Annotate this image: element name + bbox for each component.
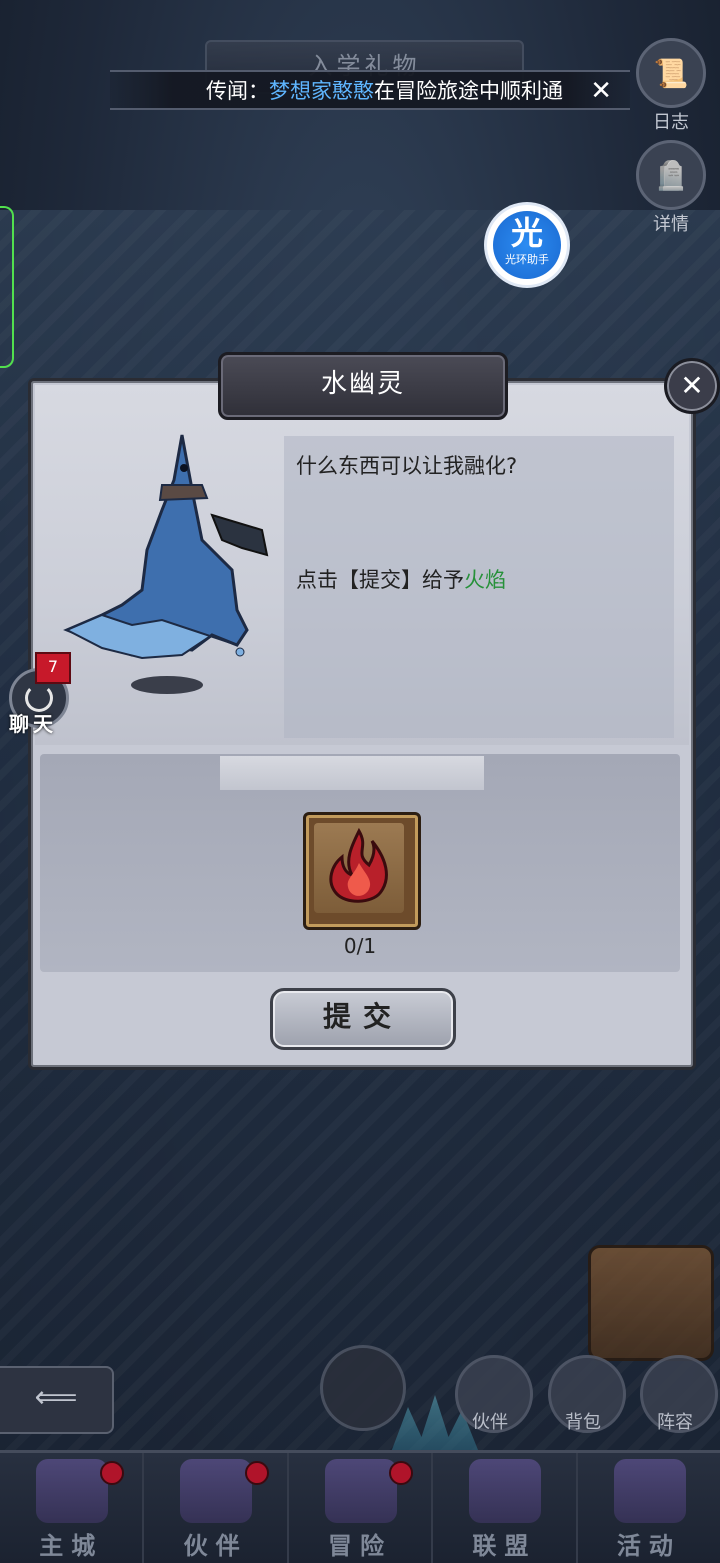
compass-icon: [324, 1459, 397, 1523]
item-count: 0/1: [343, 934, 377, 958]
nav-main-city[interactable]: 主城: [0, 1453, 145, 1563]
shield-icon: [469, 1459, 542, 1523]
news-text: 在冒险旅途中顺利通: [374, 79, 563, 103]
back-arrow-button[interactable]: ⟸: [0, 1366, 114, 1434]
helper-button[interactable]: 光 光环助手: [487, 205, 567, 285]
nav-adventure[interactable]: 冒险: [289, 1453, 434, 1563]
partner-side-label: 伙伴: [472, 1412, 508, 1433]
details-button[interactable]: 🪦 详情: [635, 140, 707, 236]
lineup-label: 阵容: [657, 1412, 693, 1433]
log-button[interactable]: 📜 日志: [635, 38, 707, 134]
bottom-nav: 主城 伙伴 冒险 联盟 活动: [0, 1450, 720, 1563]
close-icon[interactable]: ✕: [664, 358, 720, 414]
details-label: 详情: [653, 214, 689, 235]
nav-label: 冒险: [328, 1532, 393, 1560]
flame-icon: [329, 827, 388, 903]
treasure-chest-icon[interactable]: [588, 1245, 714, 1361]
scroll-icon: 📜: [636, 38, 706, 108]
water-ghost-portrait: [63, 434, 269, 694]
cards-icon: [613, 1459, 686, 1523]
flame-item-slot[interactable]: [303, 812, 421, 930]
tombstone-icon: 🪦: [636, 140, 706, 210]
submit-button[interactable]: 提交: [270, 988, 456, 1050]
chat-button[interactable]: 7 聊天: [5, 652, 71, 736]
notification-dot: [100, 1461, 125, 1485]
nav-partner[interactable]: 伙伴: [144, 1453, 289, 1563]
witch-hat-icon: [180, 1459, 253, 1523]
helper-label: 光环助手: [505, 253, 549, 266]
instruction-prefix: 点击【提交】给予: [296, 568, 464, 592]
nav-label: 伙伴: [183, 1532, 248, 1560]
helmet-button[interactable]: [320, 1345, 406, 1431]
nav-alliance[interactable]: 联盟: [433, 1453, 578, 1563]
log-label: 日志: [653, 112, 689, 133]
nav-label: 联盟: [472, 1532, 537, 1560]
nav-label: 活动: [616, 1532, 681, 1560]
backpack-label: 背包: [565, 1412, 601, 1433]
helper-glyph: 光: [510, 214, 543, 252]
dialog-text-panel: 什么东西可以让我融化? 点击【提交】给予火焰: [284, 436, 674, 738]
dialog-title: 水幽灵: [218, 352, 508, 420]
notification-dot: [244, 1461, 269, 1485]
chat-badge: 7: [35, 652, 71, 684]
nav-label: 主城: [39, 1532, 104, 1560]
castle-icon: [36, 1459, 108, 1523]
news-prefix: 传闻：: [206, 79, 269, 103]
required-item-name: 火焰: [464, 568, 506, 592]
news-ticker: 传闻：梦想家憨憨在冒险旅途中顺利通 ✕: [110, 70, 630, 110]
npc-question: 什么东西可以让我融化?: [296, 454, 518, 478]
news-close-icon[interactable]: ✕: [590, 76, 612, 106]
nav-events[interactable]: 活动: [578, 1453, 720, 1563]
instruction-text: 点击【提交】给予火焰: [296, 564, 506, 594]
left-edge-tab[interactable]: [0, 206, 14, 368]
item-panel-header: [220, 756, 484, 790]
notification-dot: [389, 1461, 414, 1485]
news-player-name[interactable]: 梦想家憨憨: [269, 79, 374, 103]
chat-label: 聊天: [9, 712, 57, 736]
